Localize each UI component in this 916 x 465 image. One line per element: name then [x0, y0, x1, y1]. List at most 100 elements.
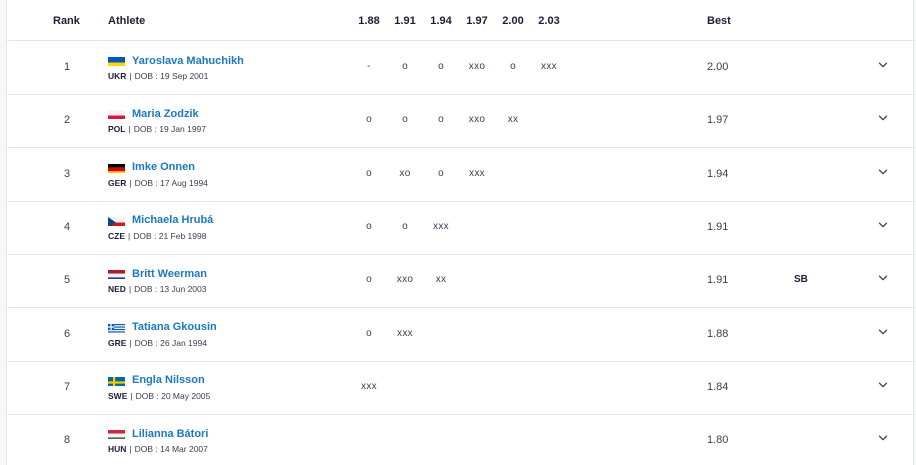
table-row-2[interactable]: 2 Maria Zodzik POL | DOB : 19 Jan 1997 o o… — [7, 94, 913, 149]
athlete-country: GRE — [108, 337, 127, 348]
athlete-rank: 3 — [63, 167, 71, 180]
athlete-dob: 17 Aug 1994 — [160, 177, 208, 188]
table-row-4[interactable]: 4 Michaela Hrubá CZE | DOB : 21 Feb 1998 o… — [7, 201, 913, 255]
meta-separator: | — [129, 444, 132, 455]
height-result: xxo — [396, 274, 414, 286]
height-result: xx — [435, 274, 447, 286]
athlete-cell: Yaroslava Mahuchikh UKR | DOB : 19 Sep 200… — [108, 53, 244, 81]
height-result: xxx — [433, 220, 449, 232]
athlete-name-link[interactable]: Imke Onnen — [132, 161, 195, 173]
athlete-name-link[interactable]: Maria Zodzik — [132, 108, 199, 120]
cze-flag-icon — [108, 215, 125, 226]
table-row-6[interactable]: 6 Tatiana Gkousin GRE | DOB : 26 Jan 1994 … — [7, 308, 913, 362]
athlete-name-link[interactable]: Michaela Hrubá — [132, 214, 213, 226]
best-mark: 1.91 — [707, 274, 729, 287]
height-result: - — [367, 61, 371, 72]
athlete-name-link[interactable]: Yaroslava Mahuchikh — [132, 55, 244, 67]
header-height: 2.03 — [538, 15, 560, 27]
height-result: xxx — [361, 380, 377, 392]
best-mark: 1.97 — [707, 114, 729, 127]
athlete-dob: 19 Jan 1997 — [159, 124, 207, 135]
athlete-rank: 1 — [63, 61, 71, 73]
athlete-dob: 19 Sep 2001 — [160, 71, 209, 81]
dob-label: DOB : — [134, 177, 161, 188]
table-row-5[interactable]: 5 Britt Weerman NED | DOB : 13 Jun 2003 o … — [7, 254, 913, 309]
athlete-cell: Engla Nilsson SWE | DOB : 20 May 2005 — [108, 373, 210, 401]
athlete-rank: 8 — [63, 434, 71, 447]
height-result: o — [510, 61, 516, 72]
dob-label: DOB : — [133, 230, 159, 241]
height-result: o — [402, 220, 408, 232]
meta-separator: | — [128, 230, 131, 241]
expand-chevron-down-icon[interactable] — [877, 166, 889, 178]
table-header: Rank Athlete 1.88 1.91 1.94 1.97 2.00 2.… — [7, 0, 913, 41]
athlete-cell: Tatiana Gkousin GRE | DOB : 26 Jan 1994 — [108, 320, 217, 348]
height-result: xxo — [468, 114, 486, 126]
height-result: o — [366, 114, 372, 126]
athlete-cell: Britt Weerman NED | DOB : 13 Jun 2003 — [108, 266, 207, 294]
header-athlete: Athlete — [108, 15, 146, 27]
header-height: 1.97 — [466, 15, 488, 27]
dob-label: DOB : — [133, 124, 160, 135]
height-result: xxo — [468, 61, 486, 72]
athlete-dob: 26 Jan 1994 — [160, 337, 207, 348]
athlete-country: POL — [108, 124, 126, 135]
height-result: xxx — [469, 167, 485, 179]
best-mark: 1.94 — [707, 167, 729, 180]
expand-chevron-down-icon[interactable] — [877, 219, 889, 231]
best-mark: 1.88 — [707, 327, 729, 340]
athlete-dob: 20 May 2005 — [161, 390, 211, 401]
height-result: o — [366, 274, 372, 286]
height-result: o — [402, 61, 408, 72]
dob-label: DOB : — [135, 390, 162, 401]
header-height: 1.94 — [430, 15, 452, 27]
expand-chevron-down-icon[interactable] — [877, 59, 889, 71]
hun-flag-icon — [108, 428, 125, 440]
athlete-country: HUN — [108, 444, 127, 455]
expand-chevron-down-icon[interactable] — [877, 326, 889, 338]
ger-flag-icon — [108, 162, 125, 173]
swe-flag-icon — [108, 375, 125, 386]
athlete-name-link[interactable]: Tatiana Gkousin — [132, 321, 217, 333]
ukr-flag-icon — [108, 55, 125, 66]
best-mark: 2.00 — [707, 61, 729, 73]
height-result: xxx — [541, 61, 557, 72]
height-result: xo — [399, 167, 411, 179]
table-row-3[interactable]: 3 Imke Onnen GER | DOB : 17 Aug 1994 o xo … — [7, 148, 913, 202]
record-note: SB — [794, 274, 808, 286]
athlete-name-link[interactable]: Britt Weerman — [132, 268, 207, 280]
athlete-name-link[interactable]: Engla Nilsson — [132, 374, 205, 386]
height-result: o — [438, 114, 444, 126]
dob-label: DOB : — [134, 337, 161, 348]
athlete-dob: 14 Mar 2007 — [160, 444, 208, 455]
expand-chevron-down-icon[interactable] — [877, 272, 889, 284]
athlete-cell: Michaela Hrubá CZE | DOB : 21 Feb 1998 — [108, 213, 213, 241]
athlete-rank: 5 — [63, 274, 71, 287]
meta-separator: | — [128, 284, 132, 295]
expand-chevron-down-icon[interactable] — [877, 379, 889, 391]
height-result: o — [366, 327, 372, 339]
athlete-rank: 2 — [63, 114, 71, 127]
best-mark: 1.91 — [707, 220, 729, 233]
ned-flag-icon — [108, 268, 125, 280]
header-height: 1.91 — [394, 15, 416, 27]
expand-chevron-down-icon[interactable] — [877, 432, 889, 444]
expand-chevron-down-icon[interactable] — [877, 112, 889, 124]
athlete-dob: 13 Jun 2003 — [159, 284, 207, 295]
table-row-1[interactable]: 1 Yaroslava Mahuchikh UKR | DOB : 19 Sep 2… — [7, 41, 913, 95]
header-best: Best — [707, 15, 731, 27]
athlete-rank: 7 — [63, 380, 71, 393]
header-rank: Rank — [53, 15, 80, 27]
height-result: o — [402, 114, 408, 126]
athlete-dob: 21 Feb 1998 — [158, 230, 207, 241]
table-row-7[interactable]: 7 Engla Nilsson SWE | DOB : 20 May 2005 xx… — [7, 361, 913, 415]
height-result: o — [438, 167, 444, 179]
athlete-name-link[interactable]: Lilianna Bátori — [132, 428, 208, 440]
meta-separator: | — [128, 124, 131, 135]
table-row-8[interactable]: 8 Lilianna Bátori HUN | DOB : 14 Mar 2007 … — [7, 414, 913, 465]
dob-label: DOB : — [134, 71, 161, 81]
meta-separator: | — [129, 177, 132, 188]
height-result: xx — [507, 114, 519, 126]
dob-label: DOB : — [134, 284, 160, 295]
athlete-country: CZE — [108, 230, 125, 241]
